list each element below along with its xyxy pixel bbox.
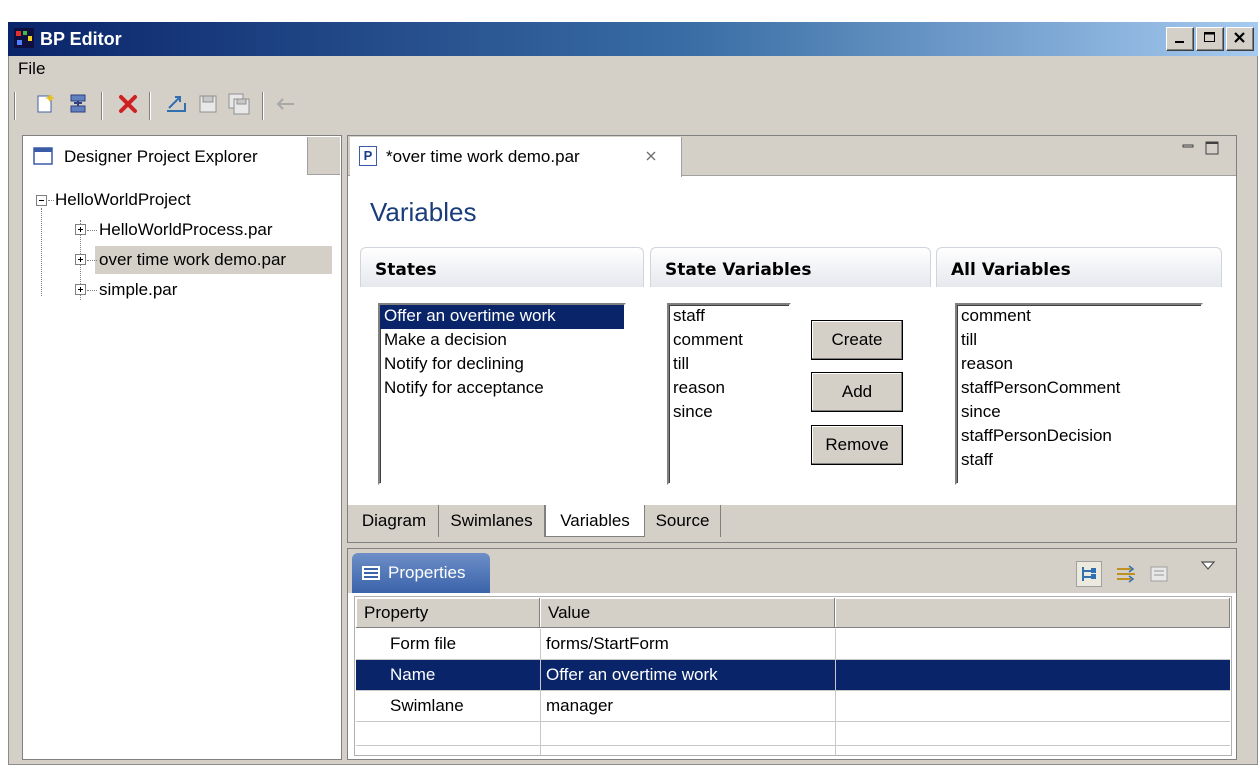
section-header-states: States: [360, 247, 644, 287]
section-label: State Variables: [665, 260, 812, 280]
save-all-icon[interactable]: [226, 91, 252, 117]
maximize-button[interactable]: [1196, 27, 1224, 51]
table-row-selected[interactable]: Name Offer an overtime work: [356, 660, 1230, 691]
table-row-empty: [356, 722, 1230, 746]
menu-file[interactable]: File: [18, 59, 45, 79]
table-row[interactable]: Swimlane manager: [356, 691, 1230, 722]
remove-button[interactable]: Remove: [811, 425, 903, 465]
back-arrow-icon[interactable]: [272, 91, 298, 117]
tab-diagram[interactable]: Diagram: [350, 505, 439, 537]
deploy-icon[interactable]: [65, 91, 91, 117]
tree-item-file[interactable]: HelloWorldProcess.par: [99, 220, 273, 240]
top-margin: [0, 0, 1258, 24]
title-bar: [8, 22, 1258, 56]
list-item[interactable]: comment: [669, 329, 789, 353]
menu-bar: [9, 57, 1257, 83]
column-divider: [540, 629, 541, 755]
editor-tab-label: *over time work demo.par: [386, 147, 580, 166]
column-header-empty: [835, 598, 1230, 628]
tab-variables[interactable]: Variables: [545, 505, 645, 537]
minimize-button[interactable]: [1166, 27, 1194, 51]
toolbar-separator: [101, 92, 103, 120]
create-button[interactable]: Create: [811, 320, 903, 360]
property-name: Name: [390, 665, 436, 684]
categories-icon[interactable]: [1076, 561, 1102, 587]
states-list[interactable]: Offer an overtime work Make a decision N…: [378, 303, 626, 485]
expand-icon[interactable]: [75, 254, 86, 265]
tree-item-file-selected[interactable]: over time work demo.par: [99, 250, 286, 270]
property-value[interactable]: Offer an overtime work: [546, 660, 718, 691]
tree-guide-line: [87, 290, 97, 291]
restore-default-icon[interactable]: [1146, 561, 1172, 587]
list-item-selected[interactable]: Offer an overtime work: [380, 305, 624, 329]
process-file-icon: P: [359, 146, 377, 166]
view-menu-icon[interactable]: [1200, 557, 1216, 577]
column-divider: [835, 629, 836, 755]
list-item[interactable]: Notify for declining: [380, 353, 624, 377]
window-icon: [33, 147, 53, 165]
close-tab-icon[interactable]: [644, 148, 658, 168]
section-header-all-variables: All Variables: [936, 247, 1222, 287]
all-variables-list[interactable]: comment till reason staffPersonComment s…: [955, 303, 1203, 485]
maximize-view-icon[interactable]: [1204, 140, 1220, 161]
app-icon: [14, 28, 34, 48]
explorer-tab-strip: [308, 137, 340, 175]
properties-tab-label: Properties: [388, 563, 466, 582]
close-window-button[interactable]: [1226, 27, 1254, 51]
list-item[interactable]: staff: [957, 449, 1201, 473]
tree-item-file[interactable]: simple.par: [99, 280, 177, 300]
list-item[interactable]: reason: [669, 377, 789, 401]
page-title: Variables: [370, 197, 477, 227]
property-name: Swimlane: [390, 696, 464, 715]
minimize-view-icon[interactable]: [1181, 140, 1195, 159]
toolbar-separator: [149, 92, 151, 120]
property-value[interactable]: forms/StartForm: [546, 629, 669, 660]
filter-advanced-icon[interactable]: [1113, 561, 1139, 587]
tree-guide-line: [41, 208, 42, 296]
property-name: Form file: [390, 634, 457, 653]
list-item[interactable]: Make a decision: [380, 329, 624, 353]
list-item[interactable]: comment: [957, 305, 1201, 329]
collapse-icon[interactable]: [36, 195, 47, 206]
list-item[interactable]: staff: [669, 305, 789, 329]
tab-swimlanes[interactable]: Swimlanes: [439, 505, 545, 537]
list-item[interactable]: reason: [957, 353, 1201, 377]
add-button[interactable]: Add: [811, 372, 903, 412]
list-item[interactable]: since: [669, 401, 789, 425]
tree-guide-line: [48, 200, 54, 201]
table-row[interactable]: Form file forms/StartForm: [356, 629, 1230, 660]
column-header-property[interactable]: Property: [356, 598, 540, 628]
tree-guide-line: [87, 260, 97, 261]
property-value[interactable]: manager: [546, 691, 613, 722]
expand-icon[interactable]: [75, 284, 86, 295]
new-icon[interactable]: [33, 91, 59, 117]
section-label: States: [375, 260, 437, 280]
toolbar-separator: [262, 92, 264, 120]
save-icon[interactable]: [195, 91, 221, 117]
state-variables-list[interactable]: staff comment till reason since: [667, 303, 791, 485]
section-label: All Variables: [951, 260, 1071, 280]
tab-source[interactable]: Source: [645, 505, 721, 537]
column-header-value[interactable]: Value: [540, 598, 835, 628]
list-item[interactable]: staffPersonComment: [957, 377, 1201, 401]
list-item[interactable]: till: [669, 353, 789, 377]
export-icon[interactable]: [163, 91, 189, 117]
list-item[interactable]: since: [957, 401, 1201, 425]
list-icon: [361, 565, 381, 581]
section-header-state-variables: State Variables: [650, 247, 931, 287]
window-title: BP Editor: [40, 29, 122, 49]
tree-item-project[interactable]: HelloWorldProject: [55, 190, 191, 210]
delete-icon[interactable]: [115, 91, 141, 117]
list-item[interactable]: Notify for acceptance: [380, 377, 624, 401]
tree-guide-line: [87, 230, 97, 231]
expand-icon[interactable]: [75, 224, 86, 235]
list-item[interactable]: staffPersonDecision: [957, 425, 1201, 449]
explorer-tab-label: Designer Project Explorer: [64, 147, 258, 166]
toolbar-separator: [14, 92, 16, 120]
list-item[interactable]: till: [957, 329, 1201, 353]
